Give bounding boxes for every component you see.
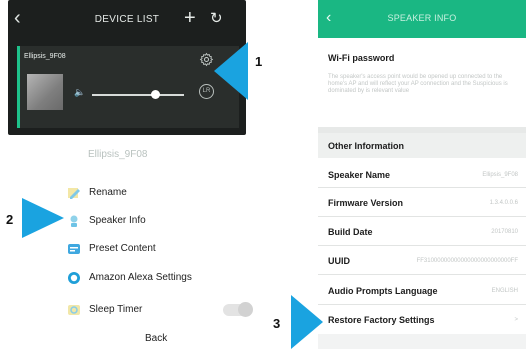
divider [318,216,526,217]
info-row-value: Ellipsis_9F08 [482,172,518,178]
divider [318,245,526,246]
other-info-label: Other Information [328,141,404,151]
volume-slider-track[interactable] [92,94,184,96]
info-row-value: FF31000000000000000000000000FF [416,258,518,264]
divider [318,274,526,275]
menu-item-label: Speaker Info [89,215,146,226]
gear-icon[interactable] [199,52,214,67]
speaker-volume-icon: 🔈 [74,87,86,97]
device-name: Ellipsis_9F08 [24,53,66,60]
device-card-accent [17,46,20,128]
divider [318,187,526,188]
chevron-right-icon[interactable]: > [440,317,518,323]
menu-item-label: Amazon Alexa Settings [89,272,192,283]
info-icon [70,215,78,227]
speaker-menu-title: Ellipsis_9F08 [88,149,148,160]
callout-number-3: 3 [273,316,281,331]
info-row-value: 20170810 [491,229,518,235]
channel-badge[interactable]: LR [199,84,214,99]
speaker-info-title: SPEAKER INFO [387,13,457,23]
info-row-value: ENGLISH [491,288,518,294]
menu-item-label: Preset Content [89,243,156,254]
sleep-timer-icon [68,305,80,315]
preset-icon [68,244,80,254]
menu-item-rename[interactable]: Rename [67,183,217,205]
wifi-password-description: The speaker's access point would be open… [328,74,508,94]
rename-icon [68,188,80,199]
sleep-timer-toggle-knob[interactable] [238,302,253,317]
device-card[interactable]: Ellipsis_9F08 🔈 LR [17,46,239,128]
menu-item-speaker-info[interactable]: Speaker Info [67,211,217,233]
menu-item-label: Sleep Timer [89,304,143,315]
callout-number-1: 1 [255,54,263,69]
callout-arrow-2 [22,198,64,238]
menu-item-sleep-timer[interactable]: Sleep Timer [67,300,217,322]
divider [318,304,526,305]
menu-item-preset-content[interactable]: Preset Content [67,239,217,261]
info-row-label: Audio Prompts Language [328,286,438,296]
alexa-icon [68,272,80,284]
menu-item-alexa-settings[interactable]: Amazon Alexa Settings [67,268,237,290]
callout-arrow-3 [291,295,323,349]
back-button[interactable]: Back [145,333,167,344]
device-list-panel: ‹ DEVICE LIST + ↻ Ellipsis_9F08 🔈 LR [8,0,246,135]
wifi-password-label: Wi-Fi password [328,53,395,63]
add-device-icon[interactable]: + [184,8,196,28]
info-row-label: Firmware Version [328,198,404,208]
restore-factory-settings[interactable]: Restore Factory Settings [328,315,435,325]
info-row-label: Speaker Name [328,170,391,180]
info-row-label: UUID [328,256,350,266]
info-row-value: 1.3.4.0.0.6 [489,200,518,206]
info-row-label: Build Date [328,227,373,237]
menu-item-label: Rename [89,187,127,198]
info-rows [318,158,526,334]
volume-slider-knob[interactable] [151,90,160,99]
refresh-icon[interactable]: ↻ [210,11,223,27]
callout-number-2: 2 [6,212,14,227]
device-thumbnail [27,74,63,110]
callout-arrow-1 [214,42,248,100]
